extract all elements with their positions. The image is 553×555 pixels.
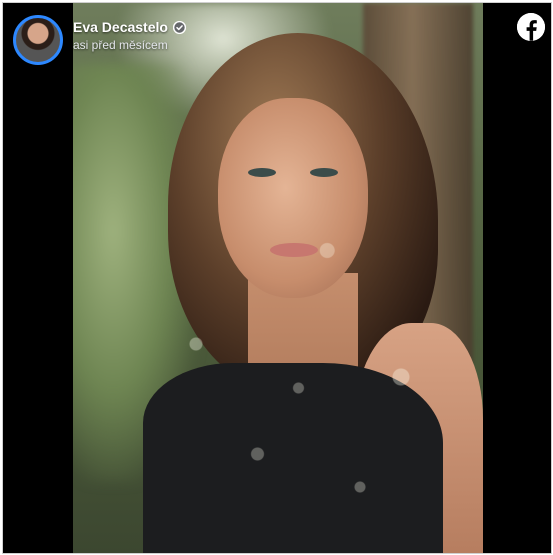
author-row: Eva Decastelo bbox=[73, 19, 186, 35]
author-name[interactable]: Eva Decastelo bbox=[73, 19, 168, 35]
facebook-icon[interactable] bbox=[517, 13, 545, 41]
post-meta: Eva Decastelo asi před měsícem bbox=[73, 15, 186, 52]
post-photo[interactable] bbox=[73, 3, 483, 553]
embedded-post: Eva Decastelo asi před měsícem bbox=[2, 2, 552, 554]
post-timestamp[interactable]: asi před měsícem bbox=[73, 38, 186, 52]
verified-badge-icon bbox=[172, 20, 186, 34]
photo-light-dapple bbox=[73, 3, 483, 553]
post-header: Eva Decastelo asi před měsícem bbox=[13, 15, 186, 71]
avatar[interactable] bbox=[13, 15, 63, 65]
